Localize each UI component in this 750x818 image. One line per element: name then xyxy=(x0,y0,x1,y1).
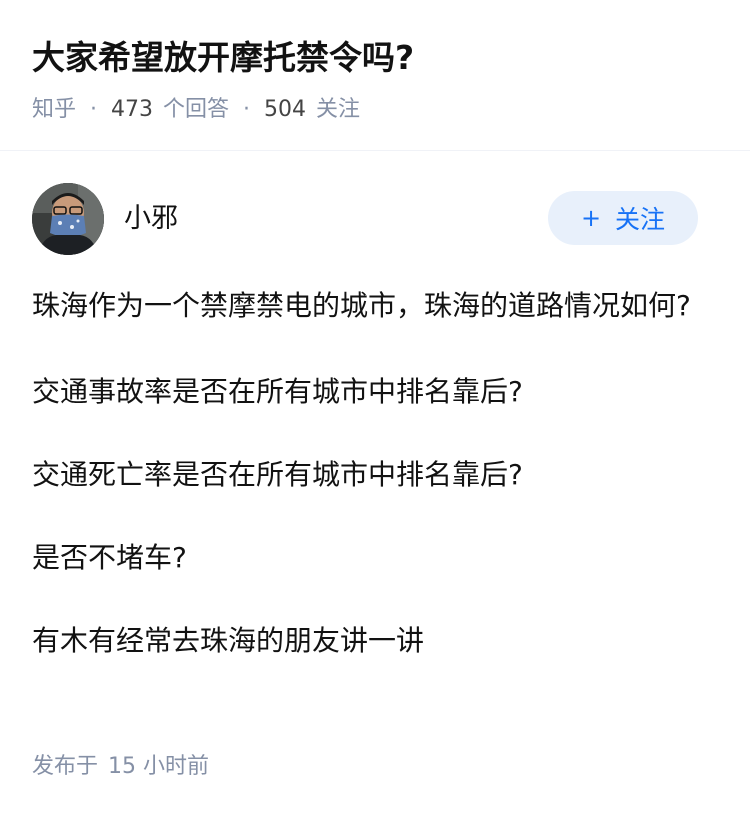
question-meta: 知乎 · 473 个回答 · 504 关注 xyxy=(32,94,360,126)
content-paragraph: 有木有经常去珠海的朋友讲一讲 xyxy=(32,624,425,657)
follow-button[interactable]: + 关注 xyxy=(548,191,698,245)
question-header: 大家希望放开摩托禁令吗? 知乎 · 473 个回答 · 504 关注 xyxy=(0,0,750,151)
publish-info: 发布于 15 小时前 xyxy=(32,751,209,783)
question-content: 珠海作为一个禁摩禁电的城市，珠海的道路情况如何? 交通事故率是否在所有城市中排名… xyxy=(32,282,718,700)
avatar[interactable] xyxy=(32,183,104,255)
author-row: 小邪 + 关注 xyxy=(32,183,718,257)
answer-count-label[interactable]: 个回答 xyxy=(163,94,229,126)
question-title[interactable]: 大家希望放开摩托禁令吗? xyxy=(32,36,414,80)
meta-separator: · xyxy=(243,97,251,122)
author-name[interactable]: 小邪 xyxy=(124,201,178,237)
plus-icon: + xyxy=(580,204,602,232)
follow-count-label[interactable]: 关注 xyxy=(316,94,360,126)
publish-time: 15 小时前 xyxy=(108,754,210,779)
answer-count: 473 xyxy=(111,97,154,122)
avatar-photo-icon xyxy=(32,183,104,255)
source-label[interactable]: 知乎 xyxy=(32,94,76,126)
content-paragraph: 珠海作为一个禁摩禁电的城市，珠海的道路情况如何? xyxy=(32,289,691,322)
follow-count: 504 xyxy=(264,97,307,122)
follow-button-label: 关注 xyxy=(615,205,666,234)
meta-separator: · xyxy=(90,97,98,122)
content-paragraph: 交通事故率是否在所有城市中排名靠后? xyxy=(32,375,523,408)
content-paragraph: 是否不堵车? xyxy=(32,541,187,574)
content-paragraph: 交通死亡率是否在所有城市中排名靠后? xyxy=(32,458,523,491)
publish-label: 发布于 xyxy=(32,754,99,779)
